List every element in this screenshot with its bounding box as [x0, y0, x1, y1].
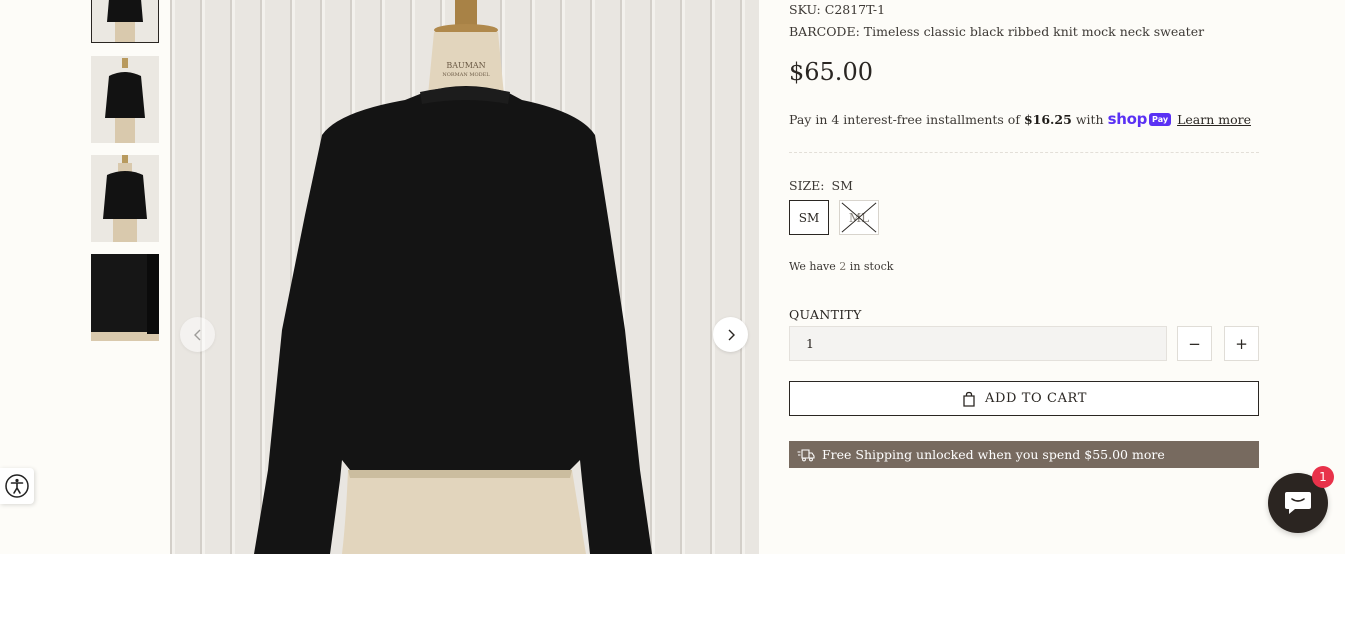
free-shipping-bar: Free Shipping unlocked when you spend $5… — [789, 441, 1259, 468]
quantity-input[interactable]: 1 — [789, 326, 1167, 361]
stock-count: 2 — [839, 260, 847, 273]
unavailable-cross-icon — [841, 202, 877, 233]
shop-pay-installments: Pay in 4 interest-free installments of $… — [789, 110, 1251, 128]
quantity-decrease-button[interactable]: − — [1177, 326, 1212, 361]
barcode-line: BARCODE: Timeless classic black ribbed k… — [789, 24, 1204, 39]
size-label: SIZE: SM — [789, 178, 853, 193]
product-price: $65.00 — [789, 58, 873, 86]
barcode-value: Timeless classic black ribbed knit mock … — [863, 24, 1205, 39]
sku-line: SKU: C2817T-1 — [789, 2, 885, 17]
quantity-increase-button[interactable]: + — [1224, 326, 1259, 361]
free-shipping-message: Free Shipping unlocked when you spend $5… — [822, 447, 1165, 462]
shop-pay-wordmark: shop — [1107, 110, 1148, 128]
installments-text: Pay in 4 interest-free installments of — [789, 111, 1020, 127]
barcode-label: BARCODE: — [789, 24, 860, 39]
sku-label: SKU: — [789, 2, 821, 17]
add-to-cart-label: ADD TO CART — [985, 391, 1087, 406]
stock-suffix: in stock — [849, 260, 894, 273]
size-option-label: SM — [798, 210, 820, 225]
size-label-text: SIZE: — [789, 178, 825, 193]
previous-image-button[interactable] — [180, 317, 215, 352]
quantity-label: QUANTITY — [789, 307, 862, 322]
divider — [789, 152, 1259, 153]
mannequin-label-1: BAUMAN — [446, 61, 485, 70]
accessibility-button[interactable] — [0, 468, 34, 504]
product-main-image: BAUMAN NORMAN MODEL — [170, 0, 759, 554]
size-selected-value: SM — [831, 178, 853, 193]
learn-more-link[interactable]: Learn more — [1177, 112, 1251, 127]
thumbnail-2[interactable] — [91, 56, 159, 143]
thumbnail-1[interactable] — [91, 0, 159, 43]
chevron-right-icon — [728, 329, 735, 340]
chat-notification-badge: 1 — [1312, 466, 1334, 488]
chevron-left-icon — [193, 329, 200, 340]
shopping-bag-icon — [963, 391, 975, 407]
delivery-truck-icon — [797, 448, 815, 461]
installments-with: with — [1075, 111, 1104, 127]
shop-pay-logo: shop Pay — [1107, 110, 1172, 128]
thumbnail-3[interactable] — [91, 155, 159, 242]
mannequin-label-2: NORMAN MODEL — [442, 72, 490, 78]
size-option-ml[interactable]: ML — [839, 200, 879, 235]
stock-prefix: We have — [789, 260, 836, 273]
sweater-photo: BAUMAN NORMAN MODEL — [170, 0, 759, 554]
chat-bubble-icon — [1285, 492, 1311, 514]
add-to-cart-button[interactable]: ADD TO CART — [789, 381, 1259, 416]
shop-pay-badge: Pay — [1149, 112, 1172, 126]
stock-status: We have 2 in stock — [789, 260, 893, 273]
next-image-button[interactable] — [713, 317, 748, 352]
installment-amount: $16.25 — [1023, 111, 1072, 127]
product-page: BAUMAN NORMAN MODEL SKU: C2817T-1 BARCOD… — [0, 0, 1345, 554]
thumbnail-4[interactable] — [91, 254, 159, 341]
accessibility-icon — [5, 474, 29, 498]
sku-value: C2817T-1 — [824, 2, 886, 17]
size-option-sm[interactable]: SM — [789, 200, 829, 235]
